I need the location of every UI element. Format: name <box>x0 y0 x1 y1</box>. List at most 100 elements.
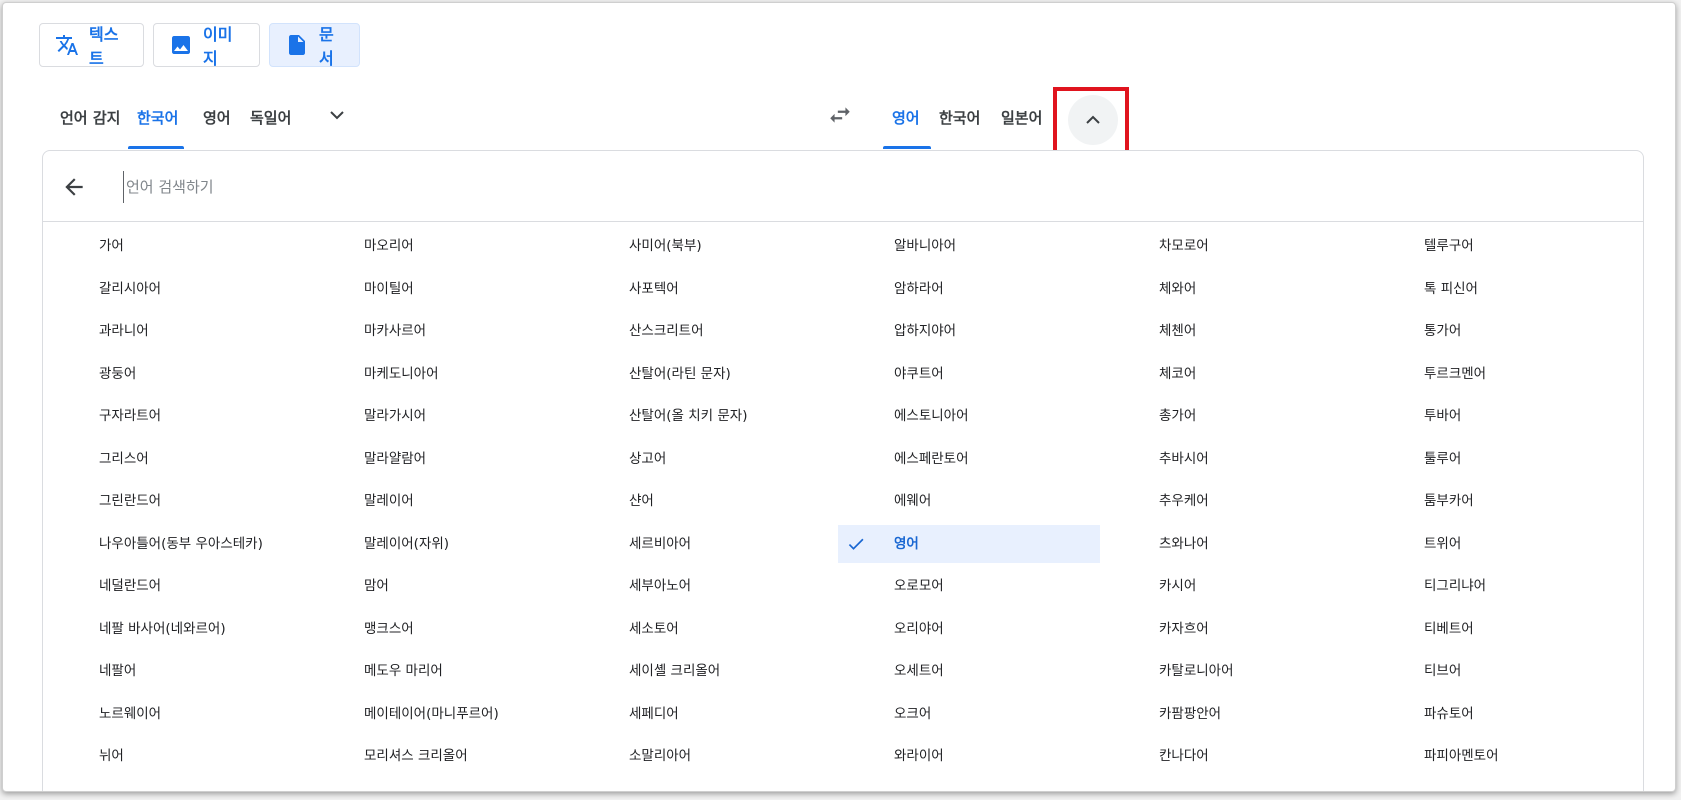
language-option[interactable]: 네덜란드어 <box>43 567 305 605</box>
language-option[interactable]: 산스크리트어 <box>573 312 835 350</box>
source-tab-german[interactable]: 독일어 <box>250 107 291 128</box>
language-option[interactable]: 투르크멘어 <box>1368 355 1630 393</box>
language-option[interactable]: 산탈어(올 치키 문자) <box>573 397 835 435</box>
language-option[interactable]: 사미어(북부) <box>573 227 835 265</box>
language-option[interactable]: 오크어 <box>838 695 1100 733</box>
language-option[interactable]: 마이틸어 <box>308 270 570 308</box>
language-option[interactable]: 투바어 <box>1368 397 1630 435</box>
language-option[interactable]: 메도우 마리어 <box>308 652 570 690</box>
language-option-label: 말레이어(자위) <box>364 535 450 552</box>
language-option[interactable]: 오리야어 <box>838 610 1100 648</box>
language-option[interactable]: 추우케어 <box>1103 482 1365 520</box>
source-more-button[interactable] <box>325 103 349 127</box>
language-option[interactable]: 마케도니아어 <box>308 355 570 393</box>
source-tab-english[interactable]: 영어 <box>203 107 231 128</box>
translate-window: 텍스트 이미지 문서 언어 감지 한국어 영어 독일어 영어 한국어 일본어 언… <box>2 2 1676 792</box>
language-option[interactable]: 파피아멘토어 <box>1368 737 1630 775</box>
language-option[interactable]: 영어 <box>838 524 1100 563</box>
language-option[interactable]: 에스토니아어 <box>838 397 1100 435</box>
language-option[interactable]: 마오리어 <box>308 227 570 265</box>
language-option[interactable]: 세이셸 크리올어 <box>573 652 835 690</box>
language-option[interactable]: 압하지야어 <box>838 312 1100 350</box>
language-option[interactable]: 그리스어 <box>43 440 305 478</box>
language-option[interactable]: 말라가시어 <box>308 397 570 435</box>
language-option[interactable]: 맘어 <box>308 567 570 605</box>
language-option[interactable]: 칸나다어 <box>1103 737 1365 775</box>
swap-languages-button[interactable] <box>826 102 854 128</box>
document-icon <box>285 33 309 57</box>
language-option[interactable]: 티그리냐어 <box>1368 567 1630 605</box>
language-option[interactable]: 가어 <box>43 227 305 265</box>
image-mode-button[interactable]: 이미지 <box>153 23 260 68</box>
text-mode-label: 텍스트 <box>89 25 119 68</box>
language-option[interactable]: 카탈로니아어 <box>1103 652 1365 690</box>
language-option[interactable]: 세소토어 <box>573 610 835 648</box>
language-option[interactable]: 카자흐어 <box>1103 610 1365 648</box>
language-option[interactable]: 말레이어 <box>308 482 570 520</box>
target-tab-english[interactable]: 영어 <box>892 107 920 128</box>
language-option[interactable]: 툴루어 <box>1368 440 1630 478</box>
language-option[interactable]: 소말리아어 <box>573 737 835 775</box>
language-option[interactable]: 사포텍어 <box>573 270 835 308</box>
language-option[interactable]: 나우아틀어(동부 우아스테카) <box>43 525 305 563</box>
language-option[interactable]: 메이테이어(마니푸르어) <box>308 695 570 733</box>
language-option[interactable]: 에웨어 <box>838 482 1100 520</box>
language-option[interactable]: 마카사르어 <box>308 312 570 350</box>
language-option[interactable]: 총가어 <box>1103 397 1365 435</box>
language-option[interactable]: 과라니어 <box>43 312 305 350</box>
language-option[interactable]: 네팔어 <box>43 652 305 690</box>
language-option[interactable]: 카팜팡안어 <box>1103 695 1365 733</box>
language-option[interactable]: 텔루구어 <box>1368 227 1630 265</box>
back-button[interactable] <box>61 174 87 204</box>
language-option[interactable]: 파슈토어 <box>1368 695 1630 733</box>
language-option[interactable]: 네팔 바사어(네와르어) <box>43 610 305 648</box>
language-option-label: 세소토어 <box>629 620 679 637</box>
language-option-label: 투바어 <box>1424 408 1462 424</box>
language-option[interactable]: 카시어 <box>1103 567 1365 605</box>
source-tab-detect[interactable]: 언어 감지 <box>60 107 120 128</box>
language-option[interactable]: 체와어 <box>1103 270 1365 308</box>
language-option[interactable]: 노르웨이어 <box>43 695 305 733</box>
language-option[interactable]: 말레이어(자위) <box>308 525 570 563</box>
language-option[interactable]: 세부아노어 <box>573 567 835 605</box>
text-mode-button[interactable]: 텍스트 <box>39 23 144 68</box>
language-option[interactable]: 샨어 <box>573 482 835 520</box>
translate-icon <box>55 33 79 57</box>
language-option[interactable]: 상고어 <box>573 440 835 478</box>
language-option[interactable]: 통가어 <box>1368 312 1630 350</box>
target-tab-korean[interactable]: 한국어 <box>939 107 980 128</box>
language-option[interactable]: 산탈어(라틴 문자) <box>573 355 835 393</box>
language-option[interactable]: 체코어 <box>1103 355 1365 393</box>
language-option[interactable]: 말라얄람어 <box>308 440 570 478</box>
language-option[interactable]: 체첸어 <box>1103 312 1365 350</box>
language-option[interactable]: 그린란드어 <box>43 482 305 520</box>
language-option[interactable]: 암하라어 <box>838 270 1100 308</box>
language-option[interactable]: 야쿠트어 <box>838 355 1100 393</box>
language-option[interactable]: 구자라트어 <box>43 397 305 435</box>
language-option[interactable]: 차모로어 <box>1103 227 1365 265</box>
check-icon <box>848 538 864 550</box>
language-option[interactable]: 광둥어 <box>43 355 305 393</box>
language-search-input[interactable] <box>123 171 728 203</box>
language-option[interactable]: 뉘어 <box>43 737 305 775</box>
language-option[interactable]: 츠와나어 <box>1103 525 1365 563</box>
language-option[interactable]: 모리셔스 크리올어 <box>308 737 570 775</box>
language-option[interactable]: 추바시어 <box>1103 440 1365 478</box>
language-option[interactable]: 와라이어 <box>838 737 1100 775</box>
document-mode-button[interactable]: 문서 <box>269 23 360 68</box>
language-option[interactable]: 티베트어 <box>1368 610 1630 648</box>
language-option[interactable]: 오로모어 <box>838 567 1100 605</box>
language-option[interactable]: 트위어 <box>1368 525 1630 563</box>
language-option[interactable]: 갈리시아어 <box>43 270 305 308</box>
source-tab-korean[interactable]: 한국어 <box>137 107 178 128</box>
language-option[interactable]: 툼부카어 <box>1368 482 1630 520</box>
language-option[interactable]: 오세트어 <box>838 652 1100 690</box>
language-option[interactable]: 세르비아어 <box>573 525 835 563</box>
language-option[interactable]: 에스페란토어 <box>838 440 1100 478</box>
target-tab-japanese[interactable]: 일본어 <box>1001 107 1042 128</box>
language-option[interactable]: 알바니아어 <box>838 227 1100 265</box>
language-option[interactable]: 맹크스어 <box>308 610 570 648</box>
language-option[interactable]: 세페디어 <box>573 695 835 733</box>
language-option[interactable]: 톡 피신어 <box>1368 270 1630 308</box>
language-option[interactable]: 티브어 <box>1368 652 1630 690</box>
